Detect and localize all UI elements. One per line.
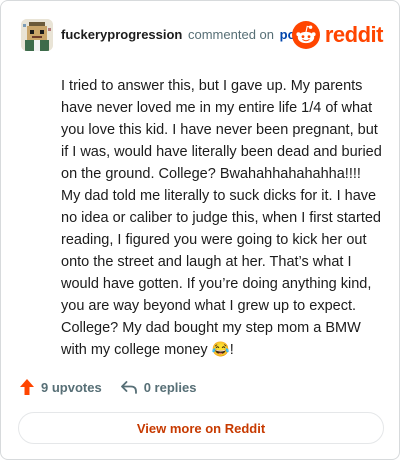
upvote-count: 9 upvotes (41, 379, 102, 395)
reddit-wordmark: reddit (324, 22, 384, 47)
upvote-button[interactable]: 9 upvotes (19, 378, 102, 396)
reply-count: 0 replies (143, 379, 197, 395)
username-link[interactable]: fuckeryprogression (61, 27, 182, 42)
comment-meta: fuckeryprogression commented on post (61, 27, 307, 43)
user-avatar[interactable] (21, 19, 53, 51)
comment-actions: 9 upvotes 0 replies (19, 375, 196, 399)
comment-header: fuckeryprogression commented on post red… (21, 19, 384, 51)
commented-on-label: commented on (188, 27, 274, 42)
comment-body: I tried to answer this, but I gave up. M… (61, 78, 382, 358)
reply-button[interactable]: 0 replies (120, 379, 197, 395)
reddit-snoo-icon (291, 21, 320, 49)
upvote-arrow-icon (20, 379, 34, 395)
pixel-art-avatar-icon (21, 19, 53, 51)
view-more-button[interactable]: View more on Reddit (18, 412, 384, 444)
reddit-brand-link[interactable]: reddit (291, 20, 384, 50)
reply-arrow-icon (120, 381, 137, 394)
comment-embed-card: fuckeryprogression commented on post red… (0, 0, 400, 460)
